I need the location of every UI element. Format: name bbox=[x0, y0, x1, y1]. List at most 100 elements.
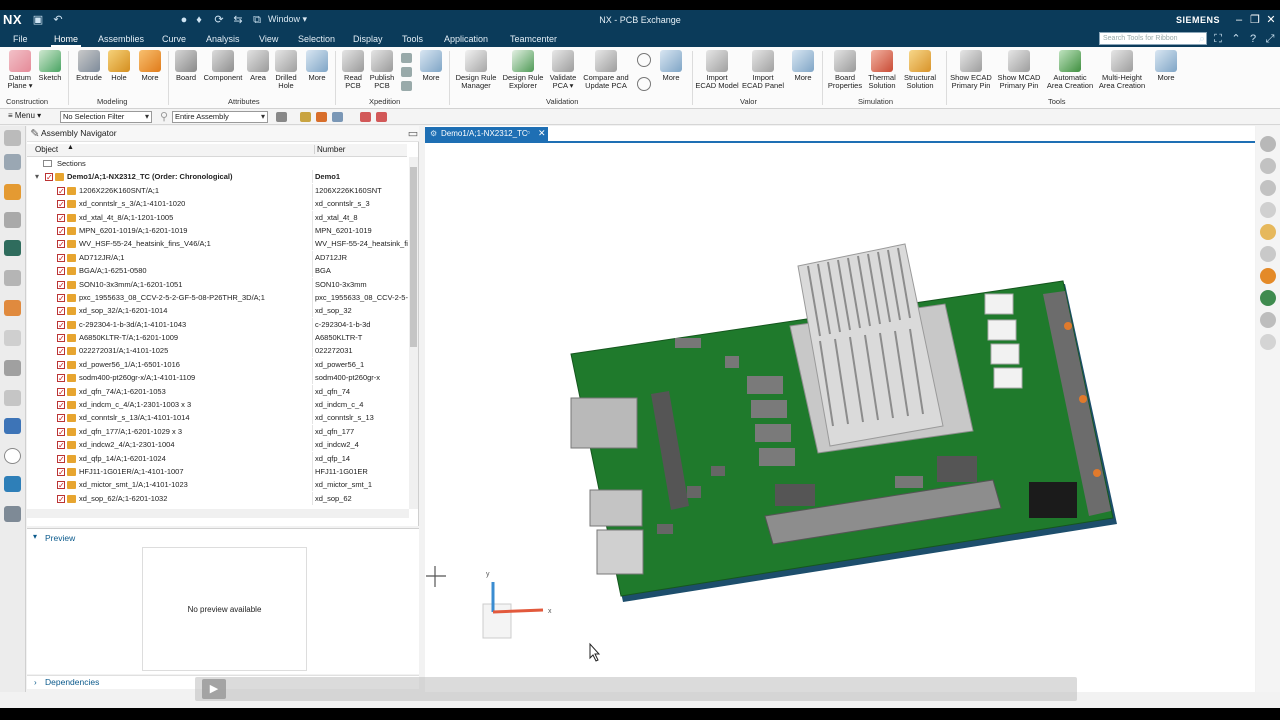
view-triad[interactable]: y x bbox=[482, 571, 552, 639]
visibility-checkbox[interactable] bbox=[57, 466, 65, 479]
component-row[interactable]: xd_mictor_smt_1/A;1-4101-1023 xd_mictor_s… bbox=[27, 478, 409, 492]
background-icon[interactable] bbox=[1260, 290, 1276, 306]
tools-more-button[interactable]: More bbox=[1152, 50, 1180, 82]
column-object[interactable]: Object bbox=[35, 145, 58, 154]
tab-close-icon[interactable]: ✕ bbox=[538, 128, 546, 139]
board-button[interactable]: Board bbox=[172, 50, 200, 82]
select-icon[interactable] bbox=[300, 112, 311, 122]
visibility-checkbox[interactable] bbox=[57, 332, 65, 345]
render-style-icon[interactable] bbox=[1260, 224, 1276, 240]
menu-button[interactable]: ≡ Menu ▾ bbox=[8, 111, 41, 120]
component-row[interactable]: xd_qfp_14/A;1-6201-1024 xd_qfp_14 bbox=[27, 451, 409, 466]
people-icon[interactable] bbox=[4, 476, 21, 492]
snap-icon[interactable] bbox=[276, 112, 287, 122]
xpedition-tool-icon[interactable] bbox=[401, 67, 412, 77]
settings-icon[interactable] bbox=[637, 53, 651, 67]
measure-icon[interactable] bbox=[1260, 334, 1276, 350]
tab-curve[interactable]: Curve bbox=[159, 32, 189, 47]
close-icon[interactable]: ✕ bbox=[1264, 13, 1278, 27]
xpedition-tool-icon[interactable] bbox=[401, 53, 412, 63]
xpedition-more-button[interactable]: More bbox=[417, 50, 445, 82]
tab-application[interactable]: Application bbox=[441, 32, 491, 47]
visibility-checkbox[interactable] bbox=[57, 265, 65, 278]
component-row[interactable]: xd_conntslr_s_3/A;1-4101-1020 xd_conntslr… bbox=[27, 197, 409, 211]
visibility-checkbox[interactable] bbox=[57, 386, 65, 399]
play-button[interactable]: ▶ bbox=[202, 679, 226, 699]
sections-folder-row[interactable]: Sections bbox=[27, 157, 409, 170]
process-studio-icon[interactable] bbox=[4, 360, 21, 376]
tab-assemblies[interactable]: Assemblies bbox=[95, 32, 147, 47]
fit-view-icon[interactable] bbox=[1260, 158, 1276, 174]
sketch-button[interactable]: Sketch bbox=[36, 50, 64, 82]
attributes-more-button[interactable]: More bbox=[303, 50, 331, 82]
visibility-checkbox[interactable] bbox=[57, 399, 65, 412]
help-icon[interactable]: ? bbox=[1247, 33, 1259, 45]
filter-icon[interactable]: ⚲ bbox=[158, 111, 170, 123]
video-progress-bar[interactable] bbox=[195, 677, 1077, 701]
component-row[interactable]: xd_conntslr_s_13/A;1-4101-1014 xd_conntsl… bbox=[27, 411, 409, 425]
component-row[interactable]: WV_HSF-55-24_heatsink_fins_V46/A;1 WV_HSF… bbox=[27, 237, 409, 251]
info-icon[interactable] bbox=[637, 77, 651, 91]
valor-more-button[interactable]: More bbox=[789, 50, 817, 82]
visibility-checkbox[interactable] bbox=[57, 345, 65, 358]
drilled-hole-button[interactable]: Drilled Hole bbox=[271, 50, 301, 90]
web-browser-icon[interactable] bbox=[4, 270, 21, 286]
history-icon[interactable] bbox=[4, 300, 21, 316]
view-orient-icon[interactable] bbox=[1260, 136, 1276, 152]
visibility-checkbox[interactable] bbox=[57, 319, 65, 332]
component-row[interactable]: MPN_6201-1019/A;1-6201-1019 MPN_6201-1019 bbox=[27, 223, 409, 238]
navigator-vertical-scrollbar[interactable] bbox=[409, 157, 418, 509]
modeling-more-button[interactable]: More bbox=[136, 50, 164, 82]
import-ecad-model-button[interactable]: Import ECAD Model bbox=[694, 50, 740, 90]
show-mcad-primary-pin-button[interactable]: Show MCAD Primary Pin bbox=[995, 50, 1043, 90]
minimize-icon[interactable]: – bbox=[1232, 13, 1246, 27]
validation-more-button[interactable]: More bbox=[657, 50, 685, 82]
selection-filter-select[interactable]: No Selection Filter bbox=[60, 111, 152, 123]
zoom-icon[interactable] bbox=[1260, 180, 1276, 196]
tab-view[interactable]: View bbox=[256, 32, 281, 47]
component-button[interactable]: Component bbox=[201, 50, 245, 82]
component-row[interactable]: xd_indcw2_4/A;1-2301-1004 xd_indcw2_4 bbox=[27, 438, 409, 452]
reuse-library-icon[interactable] bbox=[4, 212, 21, 228]
component-row[interactable]: xd_sop_62/A;1-6201-1032 xd_sop_62 bbox=[27, 491, 409, 506]
ribbon-search-input[interactable]: Search Tools for Ribbon bbox=[1099, 32, 1207, 45]
tab-display[interactable]: Display bbox=[350, 32, 386, 47]
tab-pin-icon[interactable]: ▫ bbox=[527, 128, 530, 137]
collapse-ribbon-icon[interactable]: ⌃ bbox=[1230, 33, 1242, 45]
lighting-icon[interactable] bbox=[1260, 268, 1276, 284]
component-row[interactable]: sodm400-pt260gr-x/A;1-4101-1109 sodm400-p… bbox=[27, 371, 409, 385]
expand-icon[interactable]: ⤢ bbox=[1264, 33, 1276, 45]
component-row[interactable]: pxc_1955633_08_CCV-2-5-2-GF-5-08-P26THR_… bbox=[27, 290, 409, 305]
visibility-checkbox[interactable] bbox=[57, 412, 65, 425]
visibility-checkbox[interactable] bbox=[57, 292, 65, 305]
hole-button[interactable]: Hole bbox=[106, 50, 132, 82]
visibility-checkbox[interactable] bbox=[45, 171, 53, 184]
automatic-area-creation-button[interactable]: Automatic Area Creation bbox=[1044, 50, 1096, 90]
component-row[interactable]: xd_qfn_74/A;1-6201-1053 xd_qfn_74 bbox=[27, 384, 409, 399]
tab-selection[interactable]: Selection bbox=[295, 32, 338, 47]
tab-analysis[interactable]: Analysis bbox=[203, 32, 243, 47]
visibility-checkbox[interactable] bbox=[57, 479, 65, 492]
tools-icon[interactable] bbox=[4, 506, 21, 522]
area-button[interactable]: Area bbox=[246, 50, 270, 82]
expand-toggle-icon[interactable]: ▾ bbox=[35, 170, 39, 183]
compare-update-pca-button[interactable]: Compare and Update PCA bbox=[581, 50, 631, 90]
visibility-checkbox[interactable] bbox=[57, 198, 65, 211]
design-rule-manager-button[interactable]: Design Rule Manager bbox=[453, 50, 499, 90]
tab-teamcenter[interactable]: Teamcenter bbox=[507, 32, 560, 47]
visibility-checkbox[interactable] bbox=[57, 212, 65, 225]
clock-icon[interactable] bbox=[4, 448, 21, 464]
thermal-solution-button[interactable]: Thermal Solution bbox=[864, 50, 900, 90]
visibility-checkbox[interactable] bbox=[57, 453, 65, 466]
component-row[interactable]: SON10-3x3mm/A;1-6201-1051 SON10-3x3mm bbox=[27, 277, 409, 292]
column-number[interactable]: Number bbox=[314, 145, 345, 154]
navigator-pin-icon[interactable]: ✎ bbox=[29, 128, 41, 140]
design-rule-explorer-button[interactable]: Design Rule Explorer bbox=[500, 50, 546, 90]
roles-icon[interactable] bbox=[4, 418, 21, 434]
visibility-checkbox[interactable] bbox=[57, 279, 65, 292]
read-pcb-button[interactable]: Read PCB bbox=[339, 50, 367, 90]
maximize-panel-icon[interactable]: ▭ bbox=[407, 128, 419, 140]
validate-pca-button[interactable]: Validate PCA ▾ bbox=[547, 50, 579, 90]
component-row[interactable]: AD712JR/A;1 AD712JR bbox=[27, 250, 409, 265]
multi-height-area-button[interactable]: Multi-Height Area Creation bbox=[1096, 50, 1148, 90]
